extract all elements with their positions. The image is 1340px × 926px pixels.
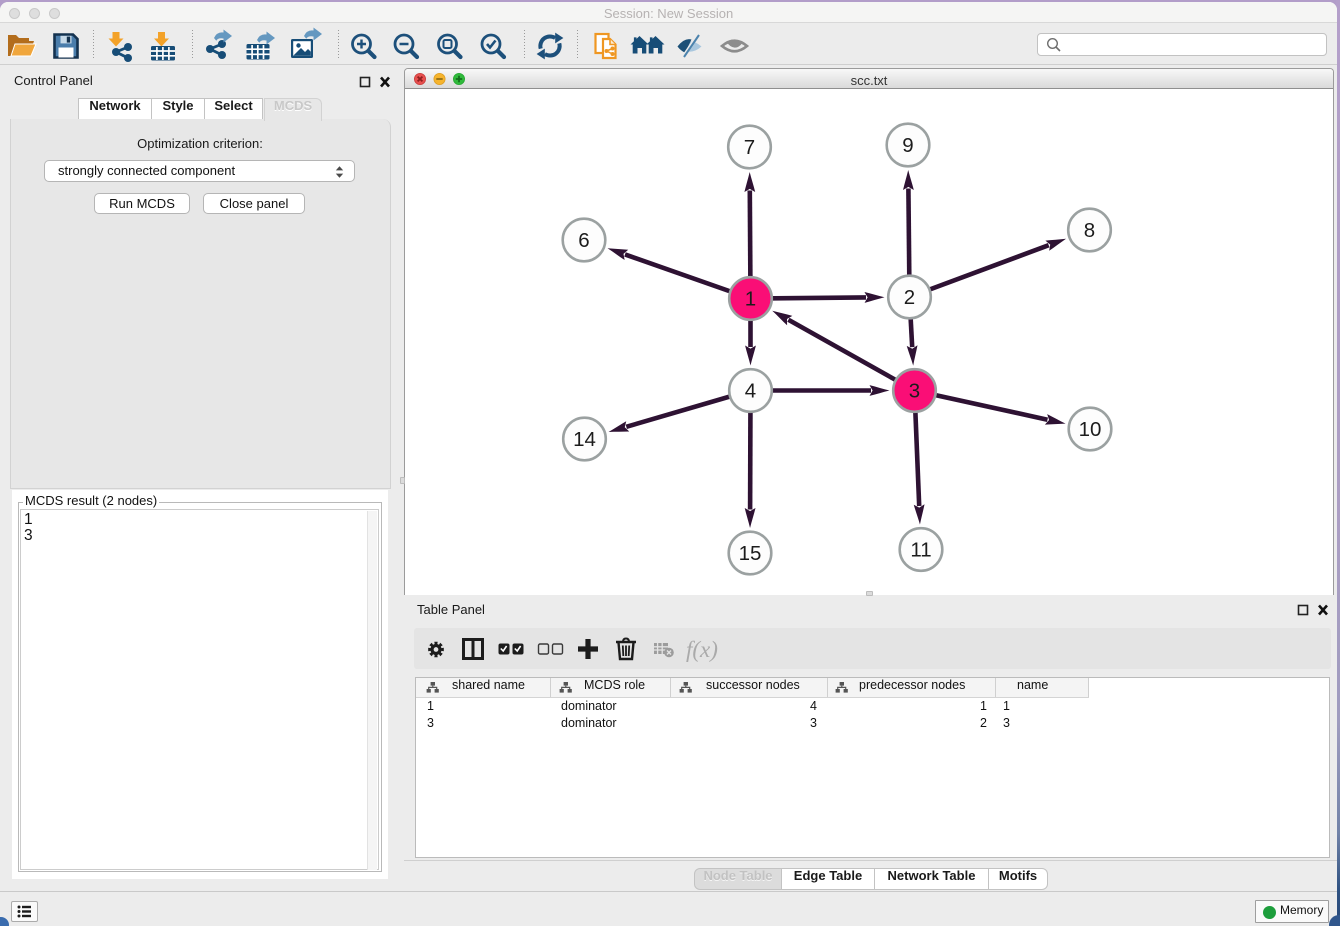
svg-text:8: 8 xyxy=(1084,219,1095,242)
svg-text:14: 14 xyxy=(573,428,596,451)
svg-text:10: 10 xyxy=(1079,418,1102,441)
svg-text:11: 11 xyxy=(910,538,931,561)
svg-text:7: 7 xyxy=(744,136,755,159)
svg-text:f(x): f(x) xyxy=(686,637,718,662)
svg-text:1: 1 xyxy=(745,287,756,310)
svg-text:2: 2 xyxy=(904,286,915,309)
svg-text:15: 15 xyxy=(739,542,762,565)
svg-text:4: 4 xyxy=(745,379,756,402)
svg-text:9: 9 xyxy=(902,134,913,157)
svg-text:6: 6 xyxy=(578,229,589,252)
svg-text:3: 3 xyxy=(909,379,920,402)
